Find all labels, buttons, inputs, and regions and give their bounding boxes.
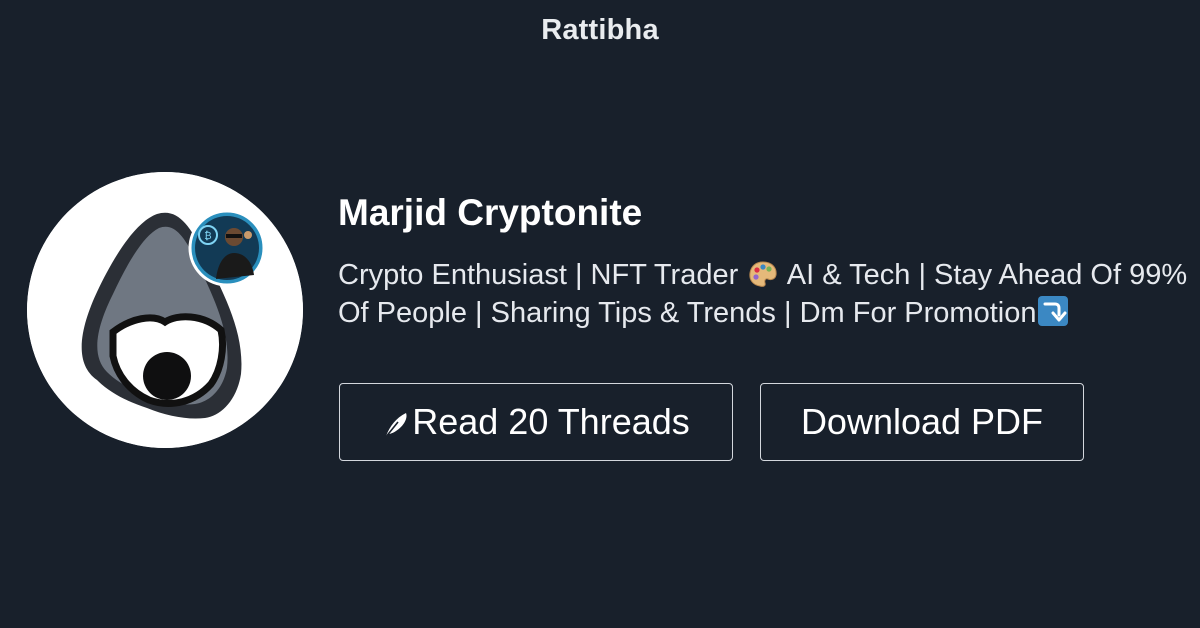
profile-name: Marjid Cryptonite [338, 192, 643, 233]
download-pdf-button[interactable]: Download PDF [760, 383, 1084, 461]
profile-photo-badge: ₿ [188, 209, 266, 287]
artist-palette-icon [749, 261, 777, 287]
svg-text:₿: ₿ [204, 230, 211, 242]
profile-avatar: ₿ [27, 172, 303, 448]
download-pdf-label: Download PDF [800, 401, 1044, 442]
bio-text-1: Crypto Enthusiast | NFT Trader [338, 259, 739, 291]
brand-title: Rattibha [541, 14, 659, 46]
read-threads-button[interactable]: Read 20 Threads [339, 383, 733, 461]
profile-bio: Crypto Enthusiast | NFT Trader AI & Tech… [338, 257, 1188, 332]
right-arrow-curving-down-icon [1038, 295, 1069, 326]
read-threads-label: Read 20 Threads [412, 401, 690, 442]
feather-icon [384, 413, 407, 439]
